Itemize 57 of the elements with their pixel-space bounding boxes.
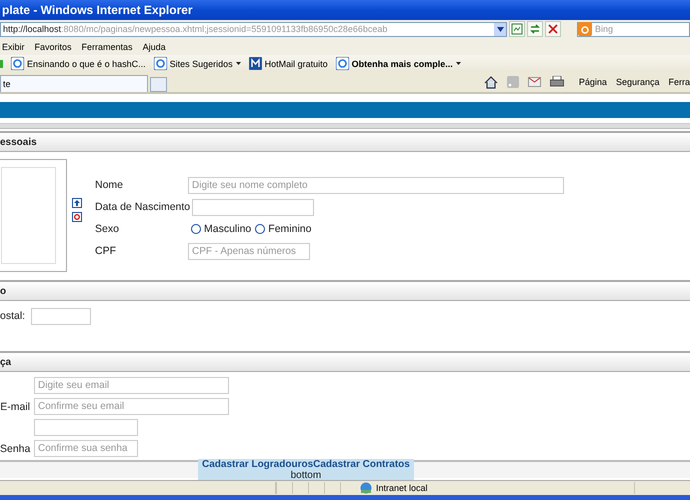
field-label: Data de Nascimento <box>95 201 192 213</box>
input-field[interactable] <box>31 308 92 325</box>
compat-view-button[interactable] <box>509 21 525 37</box>
mail-logo-icon <box>248 57 262 70</box>
radio-option[interactable]: Feminino <box>255 223 312 235</box>
nav-link[interactable]: Cadastrar Contratos <box>313 459 410 470</box>
input-field[interactable]: Digite seu email <box>34 377 229 394</box>
remove-icon[interactable] <box>72 212 82 222</box>
search-provider-icon <box>578 22 592 36</box>
input-field[interactable]: Confirme seu email <box>34 398 229 415</box>
security-zone: Intranet local <box>376 483 429 493</box>
input-field[interactable] <box>34 419 138 436</box>
stop-button[interactable] <box>545 21 561 37</box>
field-label: ostal: <box>0 309 26 324</box>
print-icon[interactable] <box>550 76 564 88</box>
browser-tab[interactable]: te <box>0 75 148 92</box>
nav-link[interactable]: Cadastrar Logradouros <box>202 459 314 470</box>
radio-icon[interactable] <box>191 224 201 234</box>
command-menu[interactable]: Segurança <box>616 77 660 87</box>
menu-item[interactable]: Ferramentas <box>82 42 133 52</box>
input-field[interactable]: CPF - Apenas números <box>188 242 310 260</box>
favorite-link[interactable]: Sites Sugeridos <box>154 57 241 70</box>
input-field[interactable]: Digite seu nome completo <box>188 176 564 194</box>
section-title: ça <box>0 356 12 368</box>
radio-icon[interactable] <box>255 224 266 234</box>
input-field[interactable] <box>192 198 314 216</box>
field-label: Nome <box>95 179 124 191</box>
field-label: Senha <box>0 442 30 454</box>
caret-icon[interactable] <box>236 62 241 65</box>
section-title: essoais <box>0 136 37 148</box>
home-icon[interactable] <box>484 76 498 88</box>
upload-icon[interactable] <box>72 198 82 208</box>
dropdown-icon[interactable] <box>494 22 506 36</box>
field-label: CPF <box>95 245 117 257</box>
section-title: o <box>0 286 6 296</box>
field-label: E-mail <box>0 400 30 412</box>
field-label: Sexo <box>95 223 120 235</box>
menu-item[interactable]: Favoritos <box>34 42 72 52</box>
browser-icon <box>336 57 349 70</box>
favorite-link[interactable]: Ensinando o que é o hashC... <box>11 57 146 70</box>
browser-icon <box>154 57 167 70</box>
browser-icon <box>11 57 24 70</box>
network-icon <box>359 482 373 494</box>
favorite-link[interactable]: HotMail gratuito <box>248 57 328 70</box>
window-title: plate - Windows Internet Explorer <box>1 3 193 17</box>
menu-item[interactable]: Exibir <box>2 42 25 52</box>
command-menu[interactable]: Página <box>578 77 607 87</box>
radio-option[interactable]: Masculino <box>191 223 252 235</box>
favorite-link[interactable]: Obtenha mais comple... <box>336 57 461 70</box>
refresh-button[interactable] <box>527 21 543 37</box>
address-field[interactable]: http://localhost:8080/mc/paginas/newpessoa.xhtml;jsessionid=5591091133fb86950c28e66bceab <box>0 22 507 36</box>
mail-icon[interactable] <box>528 77 541 87</box>
caret-icon[interactable] <box>456 62 461 65</box>
command-menu[interactable]: Ferra <box>668 77 690 87</box>
footer-text: bottom <box>290 470 322 480</box>
input-field[interactable]: Confirme sua senha <box>34 440 138 457</box>
menu-item[interactable]: Ajuda <box>142 42 166 52</box>
